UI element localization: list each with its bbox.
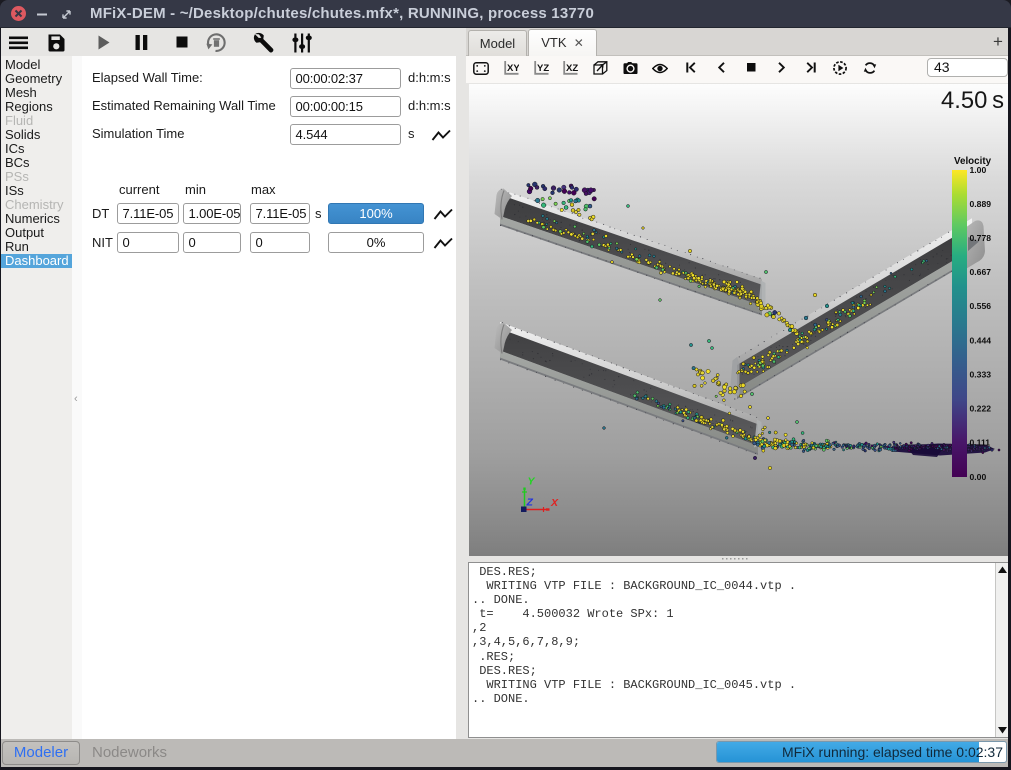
svg-text:0.778: 0.778 xyxy=(970,233,992,243)
svg-text:0.889: 0.889 xyxy=(970,199,992,209)
svg-text:1.00: 1.00 xyxy=(970,165,987,175)
svg-text:0.556: 0.556 xyxy=(970,301,992,311)
svg-text:0.333: 0.333 xyxy=(970,370,992,380)
svg-text:XZ: XZ xyxy=(566,63,578,74)
svg-text:0.222: 0.222 xyxy=(970,404,992,414)
svg-text:YZ: YZ xyxy=(537,63,549,74)
svg-text:Y: Y xyxy=(528,476,536,488)
svg-text:0.00: 0.00 xyxy=(970,472,987,482)
svg-text:0.444: 0.444 xyxy=(970,335,992,345)
svg-text:X: X xyxy=(550,497,559,509)
svg-text:0.667: 0.667 xyxy=(970,267,992,277)
svg-text:4.50 s: 4.50 s xyxy=(941,87,1004,114)
svg-text:0.111: 0.111 xyxy=(970,438,991,448)
svg-text:Z: Z xyxy=(526,497,534,509)
svg-text:XY: XY xyxy=(507,63,519,74)
